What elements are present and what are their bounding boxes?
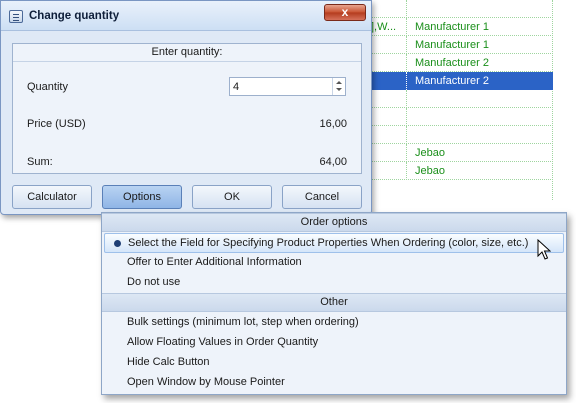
grid-row-selected[interactable]: Manufacturer 2 bbox=[365, 72, 553, 90]
quantity-label: Quantity bbox=[27, 81, 68, 93]
mouse-cursor-icon bbox=[537, 239, 551, 260]
panel-header: Enter quantity: bbox=[13, 44, 361, 62]
menu-item-additional-info[interactable]: Offer to Enter Additional Information bbox=[102, 253, 566, 273]
grid-cell-manufacturer: Jebao bbox=[415, 165, 445, 177]
close-icon: x bbox=[341, 5, 349, 19]
menu-item-label: Select the Field for Specifying Product … bbox=[128, 237, 529, 249]
menu-item-floating-values[interactable]: Allow Floating Values in Order Quantity bbox=[102, 333, 566, 353]
window-menu-icon[interactable] bbox=[9, 10, 23, 23]
calculator-button[interactable]: Calculator bbox=[12, 185, 92, 209]
grid-cell-manufacturer bbox=[407, 108, 553, 126]
grid-cell-manufacturer bbox=[407, 90, 553, 108]
close-button[interactable]: x bbox=[324, 4, 366, 21]
price-value: 16,00 bbox=[319, 118, 347, 130]
price-label: Price (USD) bbox=[27, 118, 86, 130]
grid-row[interactable]: ],W... Manufacturer 1 bbox=[365, 18, 553, 36]
menu-item-do-not-use[interactable]: Do not use bbox=[102, 273, 566, 293]
menu-section-header: Other bbox=[102, 293, 566, 312]
spin-up-icon[interactable] bbox=[336, 81, 342, 84]
spin-down-icon[interactable] bbox=[336, 88, 342, 91]
change-quantity-dialog: Change quantity x Enter quantity: Quanti… bbox=[0, 0, 372, 215]
grid-cell-manufacturer: Manufacturer 1 bbox=[415, 21, 489, 33]
menu-section-header: Order options bbox=[102, 213, 566, 232]
menu-item-select-field[interactable]: Select the Field for Specifying Product … bbox=[104, 233, 564, 253]
dialog-titlebar[interactable]: Change quantity x bbox=[1, 1, 371, 31]
grid-cell-manufacturer: Manufacturer 1 bbox=[415, 39, 489, 51]
grid-cell-manufacturer bbox=[407, 0, 553, 18]
grid-row[interactable] bbox=[365, 126, 553, 144]
grid-row[interactable] bbox=[365, 108, 553, 126]
cancel-button[interactable]: Cancel bbox=[282, 185, 362, 209]
options-button[interactable]: Options bbox=[102, 185, 182, 209]
options-menu: Order options Select the Field for Speci… bbox=[101, 212, 567, 395]
grid-row[interactable]: Manufacturer 2 bbox=[365, 54, 553, 72]
quantity-input[interactable]: 4 bbox=[233, 81, 239, 93]
grid-row[interactable]: Jebao bbox=[365, 144, 553, 162]
sum-label: Sum: bbox=[27, 156, 53, 168]
quantity-stepper[interactable]: 4 bbox=[229, 77, 346, 96]
spin-buttons[interactable] bbox=[332, 78, 345, 95]
grid-cell-manufacturer bbox=[407, 126, 553, 144]
radio-selected-icon bbox=[114, 240, 121, 247]
grid-row[interactable] bbox=[365, 0, 553, 18]
grid-cell-manufacturer: Manufacturer 2 bbox=[415, 75, 489, 87]
quantity-panel: Enter quantity: Quantity 4 Price (USD) 1… bbox=[12, 43, 362, 174]
menu-item-hide-calc[interactable]: Hide Calc Button bbox=[102, 353, 566, 373]
grid-row[interactable]: Manufacturer 1 bbox=[365, 36, 553, 54]
dialog-title: Change quantity bbox=[29, 10, 120, 22]
grid-cell-manufacturer: Jebao bbox=[415, 147, 445, 159]
grid-cell-manufacturer: Manufacturer 2 bbox=[415, 57, 489, 69]
ok-button[interactable]: OK bbox=[192, 185, 272, 209]
grid-row[interactable]: Jebao bbox=[365, 162, 553, 180]
sum-value: 64,00 bbox=[319, 156, 347, 168]
menu-item-open-window[interactable]: Open Window by Mouse Pointer bbox=[102, 373, 566, 393]
menu-item-bulk-settings[interactable]: Bulk settings (minimum lot, step when or… bbox=[102, 313, 566, 333]
grid-row[interactable] bbox=[365, 90, 553, 108]
